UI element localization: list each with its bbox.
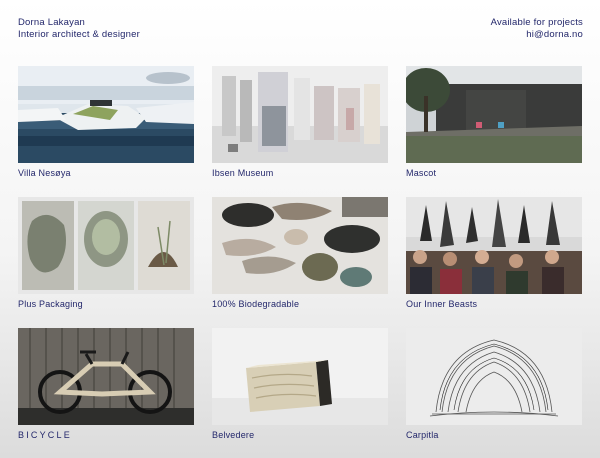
project-title[interactable]: Villa Nesøya — [18, 168, 194, 179]
project-thumbnail[interactable] — [18, 197, 194, 294]
designer-name[interactable]: Dorna Lakayan — [18, 17, 140, 29]
project-title[interactable]: Plus Packaging — [18, 299, 194, 310]
email-link[interactable]: hi@dorna.no — [491, 29, 583, 41]
project-card-carpitla[interactable]: Carpitla — [406, 328, 582, 441]
project-title[interactable]: Belvedere — [212, 430, 388, 441]
project-thumbnail[interactable] — [18, 66, 194, 163]
availability-text: Available for projects — [490, 17, 583, 28]
site-header-right: Available for projects hi@dorna.no — [491, 17, 583, 41]
project-title[interactable]: Carpitla — [406, 430, 582, 441]
project-thumbnail[interactable] — [212, 66, 388, 163]
project-card-bicycle[interactable]: BICYCLE — [18, 328, 194, 441]
project-thumbnail[interactable] — [18, 328, 194, 425]
project-card-ibsen-museum[interactable]: Ibsen Museum — [212, 66, 388, 179]
project-title[interactable]: Our Inner Beasts — [406, 299, 582, 310]
designer-role: Interior architect & designer — [18, 29, 140, 40]
project-title[interactable]: BICYCLE — [18, 430, 194, 441]
site-header-left: Dorna Lakayan Interior architect & desig… — [18, 17, 140, 41]
project-card-plus-packaging[interactable]: Plus Packaging — [18, 197, 194, 310]
project-thumbnail[interactable] — [406, 328, 582, 425]
project-card-biodegradable[interactable]: 100% Biodegradable — [212, 197, 388, 310]
project-thumbnail[interactable] — [212, 328, 388, 425]
project-title[interactable]: Mascot — [406, 168, 582, 179]
project-card-our-inner-beasts[interactable]: Our Inner Beasts — [406, 197, 582, 310]
project-thumbnail[interactable] — [212, 197, 388, 294]
project-card-belvedere[interactable]: Belvedere — [212, 328, 388, 441]
project-card-mascot[interactable]: Mascot — [406, 66, 582, 179]
project-title[interactable]: Ibsen Museum — [212, 168, 388, 179]
project-card-villa-nesoya[interactable]: Villa Nesøya — [18, 66, 194, 179]
project-thumbnail[interactable] — [406, 66, 582, 163]
project-title[interactable]: 100% Biodegradable — [212, 299, 388, 310]
project-thumbnail[interactable] — [406, 197, 582, 294]
